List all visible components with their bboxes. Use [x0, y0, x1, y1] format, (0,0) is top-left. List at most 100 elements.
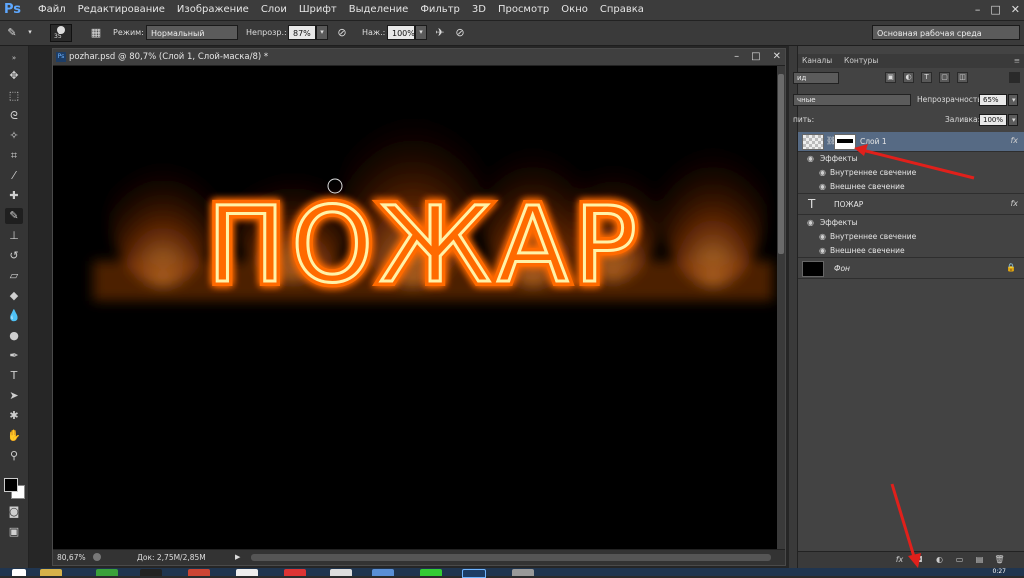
clone-stamp-tool-icon[interactable]: ⊥ — [5, 228, 23, 244]
tool-preset-chevron-icon[interactable]: ▾ — [22, 25, 38, 40]
blend-mode-select[interactable]: Нормальный — [146, 25, 238, 40]
doc-minimize-button[interactable]: – — [734, 49, 739, 65]
filter-toggle[interactable] — [1009, 72, 1020, 83]
adjustment-layer-icon[interactable]: ◐ — [934, 554, 945, 565]
fill-dropdown[interactable]: ▾ — [1008, 114, 1018, 126]
workspace-select[interactable]: Основная рабочая среда — [872, 25, 1020, 40]
delete-layer-icon[interactable]: 🗑 — [994, 554, 1005, 565]
menu-type[interactable]: Шрифт — [293, 0, 343, 20]
new-group-icon[interactable]: ▭ — [954, 554, 965, 565]
flow-dropdown[interactable]: ▾ — [415, 25, 427, 40]
pen-tool-icon[interactable]: ✒ — [5, 348, 23, 364]
eye-icon[interactable]: ◉ — [818, 232, 827, 241]
eye-icon[interactable]: ◉ — [818, 182, 827, 191]
filter-pixel-icon[interactable]: ▣ — [885, 72, 896, 83]
layer-opacity-input[interactable]: 65% — [979, 94, 1007, 106]
menu-help[interactable]: Справка — [594, 0, 650, 20]
menu-layer[interactable]: Слои — [255, 0, 293, 20]
airbrush-icon[interactable]: ✈ — [432, 25, 448, 40]
vertical-scrollbar[interactable] — [777, 66, 785, 550]
doc-maximize-button[interactable]: □ — [751, 49, 760, 65]
eye-icon[interactable]: ◉ — [806, 218, 815, 227]
brush-panel-toggle-icon[interactable]: ▦ — [88, 25, 104, 40]
taskbar-app-icon[interactable] — [188, 569, 210, 576]
type-tool-icon[interactable]: T — [5, 368, 23, 384]
tab-channels[interactable]: Каналы — [798, 54, 836, 68]
layer-name[interactable]: ПОЖАР — [834, 199, 863, 211]
effect-outer-glow-row[interactable]: ◉ Внешнее свечение — [798, 244, 1024, 258]
filter-adjustment-icon[interactable]: ◐ — [903, 72, 914, 83]
maximize-button[interactable]: □ — [990, 3, 1000, 16]
path-select-tool-icon[interactable]: ➤ — [5, 388, 23, 404]
layer-blend-mode-select[interactable]: чные — [793, 94, 911, 106]
taskbar-explorer-icon[interactable] — [40, 569, 62, 576]
opacity-dropdown[interactable]: ▾ — [316, 25, 328, 40]
eye-icon[interactable]: ◉ — [818, 168, 827, 177]
taskbar-app-icon[interactable] — [284, 569, 306, 576]
zoom-level[interactable]: 80,67% — [57, 550, 86, 565]
lasso-tool-icon[interactable]: ᘓ — [5, 108, 23, 124]
effects-row[interactable]: ◉ Эффекты — [798, 216, 1024, 230]
brush-tool-active-icon[interactable]: ✎ — [5, 208, 23, 224]
menu-edit[interactable]: Редактирование — [72, 0, 171, 20]
taskbar-photoshop-icon[interactable] — [462, 569, 486, 578]
opacity-input[interactable]: 87% — [288, 25, 316, 40]
tab-paths[interactable]: Контуры — [840, 54, 882, 68]
screen-mode-icon[interactable]: ▣ — [5, 524, 23, 540]
layer-row-background[interactable]: Фон 🔒 — [798, 259, 1024, 279]
panel-menu-icon[interactable]: ≡ — [1010, 54, 1024, 68]
document-tab[interactable]: Ps pozhar.psd @ 80,7% (Слой 1, Слой-маск… — [53, 49, 785, 66]
start-button-icon[interactable] — [12, 569, 26, 576]
layer-opacity-dropdown[interactable]: ▾ — [1008, 94, 1018, 106]
dodge-tool-icon[interactable]: ● — [5, 328, 23, 344]
menu-filter[interactable]: Фильтр — [414, 0, 466, 20]
move-tool-icon[interactable]: ✥ — [5, 68, 23, 84]
menu-file[interactable]: Файл — [32, 0, 72, 20]
brush-tool-icon[interactable]: ✎ — [4, 25, 20, 40]
taskbar-app-icon[interactable] — [420, 569, 442, 576]
layer-name[interactable]: Фон — [834, 263, 850, 275]
eyedropper-tool-icon[interactable]: ⁄ — [5, 168, 23, 184]
pressure-size-icon[interactable]: ⊘ — [452, 25, 468, 40]
layer-kind-filter[interactable]: ид — [793, 72, 839, 84]
minimize-button[interactable]: – — [975, 3, 981, 16]
taskbar-app-icon[interactable] — [512, 569, 534, 576]
fill-input[interactable]: 100% — [979, 114, 1007, 126]
taskbar-app-icon[interactable] — [140, 569, 162, 576]
taskbar-app-icon[interactable] — [372, 569, 394, 576]
foreground-color-swatch-top[interactable] — [4, 478, 18, 492]
quick-mask-icon[interactable]: ◙ — [5, 504, 23, 520]
brush-preset-picker[interactable]: 35 — [50, 24, 72, 42]
close-button[interactable]: ✕ — [1011, 3, 1020, 16]
menu-select[interactable]: Выделение — [343, 0, 415, 20]
filter-type-icon[interactable]: T — [921, 72, 932, 83]
status-menu-arrow-icon[interactable]: ▶ — [235, 550, 240, 565]
eye-icon[interactable]: ◉ — [818, 246, 827, 255]
image-canvas[interactable]: ПОЖАР ПОЖАР — [53, 66, 777, 550]
vertical-scroll-thumb[interactable] — [778, 74, 784, 254]
zoom-tool-icon[interactable]: ⚲ — [5, 448, 23, 464]
fx-icon[interactable]: fx — [1010, 136, 1018, 145]
horizontal-scrollbar[interactable] — [251, 554, 771, 561]
eraser-tool-icon[interactable]: ▱ — [5, 268, 23, 284]
menu-3d[interactable]: 3D — [466, 0, 492, 20]
quick-select-tool-icon[interactable]: ✧ — [5, 128, 23, 144]
doc-close-button[interactable]: ✕ — [773, 49, 781, 65]
paint-bucket-tool-icon[interactable]: ◆ — [5, 288, 23, 304]
flow-input[interactable]: 100% — [387, 25, 415, 40]
filter-shape-icon[interactable]: ▢ — [939, 72, 950, 83]
blur-tool-icon[interactable]: 💧 — [5, 308, 23, 324]
taskbar-app-icon[interactable] — [330, 569, 352, 576]
crop-tool-icon[interactable]: ⌗ — [5, 148, 23, 164]
eye-icon[interactable]: ◉ — [806, 154, 815, 163]
history-brush-tool-icon[interactable]: ↺ — [5, 248, 23, 264]
collapse-panel-icon[interactable]: » — [5, 50, 23, 66]
healing-brush-tool-icon[interactable]: ✚ — [5, 188, 23, 204]
fx-icon[interactable]: fx — [1010, 199, 1018, 208]
taskbar-browser-icon[interactable] — [236, 569, 258, 576]
taskbar-app-icon[interactable] — [96, 569, 118, 576]
new-layer-icon[interactable]: ▤ — [974, 554, 985, 565]
menu-window[interactable]: Окно — [555, 0, 594, 20]
layer-row-pozhar[interactable]: T ПОЖАР fx — [798, 195, 1024, 215]
filter-smart-object-icon[interactable]: ◫ — [957, 72, 968, 83]
